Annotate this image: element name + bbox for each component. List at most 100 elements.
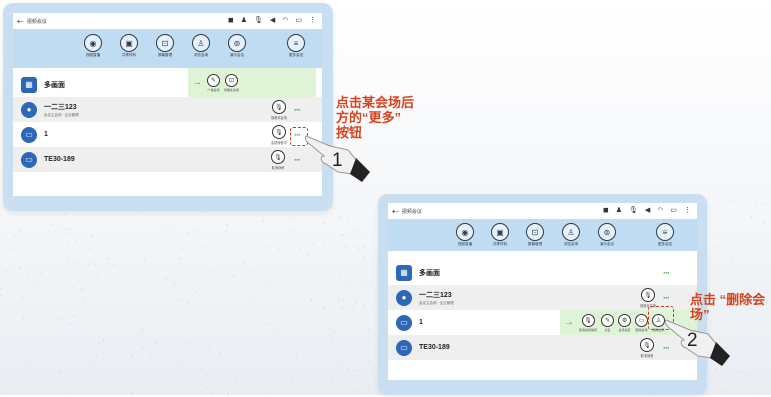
mic-button[interactable]: 🎙 会场静音中 (271, 125, 287, 145)
map-dot (225, 230, 228, 233)
map-dot (187, 232, 189, 235)
list-item-venue3[interactable]: ▭ TE30-189 🎙 取消静音 ··· (388, 335, 697, 360)
mic-button[interactable]: 🎙 取消静音 (640, 338, 654, 358)
mic-icon: 🎙 (271, 100, 286, 114)
location-icon: ● (21, 101, 37, 118)
map-dot (373, 248, 376, 251)
tb-present-button[interactable]: ⊚ 演示会议 (598, 223, 616, 247)
broadcast-button[interactable]: ✎ 广播会场 (207, 73, 220, 92)
map-dot (338, 273, 341, 276)
map-dot (73, 324, 76, 327)
map-dot (76, 351, 79, 354)
map-dot (212, 268, 215, 271)
map-dot (95, 276, 98, 279)
map-dot (78, 370, 81, 373)
map-dot (275, 344, 278, 347)
map-dot (744, 355, 747, 358)
present-icon: ⊚ (598, 223, 616, 241)
map-dot (341, 298, 344, 301)
map-dot (736, 263, 739, 266)
map-dot (154, 302, 157, 305)
map-dot (0, 287, 3, 290)
map-dot (746, 374, 749, 377)
map-dot (340, 216, 343, 219)
mic-button[interactable]: 🎙 取消静音 (271, 150, 285, 170)
map-dot (724, 389, 727, 392)
tb-participants-button[interactable]: ♙ 浏览会场 (562, 223, 580, 247)
map-dot (749, 216, 752, 219)
map-dot (176, 234, 179, 237)
watch-icon: ⊡ (225, 73, 238, 87)
map-dot (78, 379, 81, 382)
unmute-venue-button[interactable]: 🎙 取消会场静音 (579, 313, 597, 332)
map-dot (39, 268, 42, 271)
map-dot (362, 383, 365, 386)
map-dot (149, 353, 152, 356)
tb-more-button[interactable]: ≡ 更多会控 (656, 223, 674, 247)
tb-share-button[interactable]: ▣ 共享材料 (491, 223, 509, 247)
mic-button[interactable]: 🎙 静音本会场 (271, 100, 287, 120)
tb-more-button[interactable]: ≡ 更多会控 (287, 34, 305, 58)
share-icon: ▣ (491, 223, 509, 241)
location-icon: ● (396, 289, 412, 306)
map-dot (68, 268, 71, 271)
map-dot (73, 314, 76, 317)
kebab-menu-icon[interactable]: ⋮ (684, 206, 691, 214)
map-dot (363, 304, 366, 307)
map-dot (368, 359, 371, 362)
map-dot (354, 381, 357, 383)
map-dot (215, 295, 218, 298)
map-dot (19, 267, 22, 270)
tb-live-button[interactable]: ◉ 视频直播 (456, 223, 474, 247)
battery-icon: ▭ (295, 17, 302, 24)
toolbar: ◉ 视频直播 ▣ 共享材料 ⊡ 屏幕管理 ♙ 浏览会场 ⊚ 演示会议 ≡ 更多会控 (13, 29, 322, 68)
grid-icon: ▦ (21, 76, 37, 93)
tb-live-button[interactable]: ◉ 视频直播 (84, 34, 102, 58)
back-icon[interactable]: ⇠ (17, 17, 24, 26)
tb-screen-button[interactable]: ⊡ 屏幕管理 (156, 34, 174, 58)
mic-icon: 🎙 (640, 338, 654, 352)
tb-present-button[interactable]: ⊚ 演示会议 (228, 34, 246, 58)
more-button[interactable]: ··· (294, 106, 301, 115)
grid-icon: ▦ (396, 264, 412, 281)
map-dot (354, 300, 357, 303)
tb-share-button[interactable]: ▣ 共享材料 (120, 34, 138, 58)
roll-call-button[interactable]: ✎ 点名 (601, 313, 615, 332)
wifi-icon: ◠ (282, 17, 289, 24)
kebab-menu-icon[interactable]: ⋮ (309, 16, 316, 24)
tb-participants-button[interactable]: ♙ 浏览会场 (192, 34, 210, 58)
map-dot (247, 231, 250, 234)
map-dot (305, 370, 308, 373)
map-dot (348, 344, 351, 347)
map-dot (312, 243, 315, 246)
screen-icon: ⊡ (526, 223, 544, 241)
watch-venue-button[interactable]: ⊡ 观看此会场 (224, 73, 239, 92)
tb-screen-button[interactable]: ⊡ 屏幕管理 (526, 223, 544, 247)
map-dot (172, 268, 175, 271)
mic-button[interactable]: 🎙 静音本会场 (640, 288, 656, 308)
venue-settings-button[interactable]: ⚙ 会场设置 (618, 313, 632, 332)
map-dot (5, 270, 8, 273)
more-button[interactable]: ··· (663, 294, 670, 303)
list-item-venue2[interactable]: ▭ 1 🎙 会场静音中 ··· (13, 122, 322, 147)
screen-button[interactable]: ▭ 删除会场 (635, 313, 649, 332)
map-dot (21, 318, 24, 321)
more-button[interactable]: ··· (663, 269, 670, 278)
back-icon[interactable]: ⇠ (392, 207, 399, 216)
share-icon: ▣ (120, 34, 138, 52)
monitor-icon: ▭ (21, 151, 37, 168)
map-dot (177, 322, 180, 325)
map-dot (192, 229, 195, 232)
map-dot (107, 346, 110, 349)
map-dot (191, 247, 194, 250)
map-dot (210, 392, 213, 395)
map-dot (225, 224, 228, 227)
list-item-venue3[interactable]: ▭ TE30-189 🎙 取消静音 ··· (13, 147, 322, 172)
map-dot (277, 248, 280, 251)
map-dot (230, 385, 233, 388)
list-item-venue1[interactable]: ● 一二三123 会议主会场 · 企业管理 🎙 静音本会场 ··· (13, 97, 322, 122)
map-dot (343, 233, 346, 236)
pen-icon: ✎ (601, 313, 615, 327)
list-item-multi[interactable]: ▦ 多画面 ··· (388, 260, 697, 285)
map-dot (131, 392, 134, 395)
